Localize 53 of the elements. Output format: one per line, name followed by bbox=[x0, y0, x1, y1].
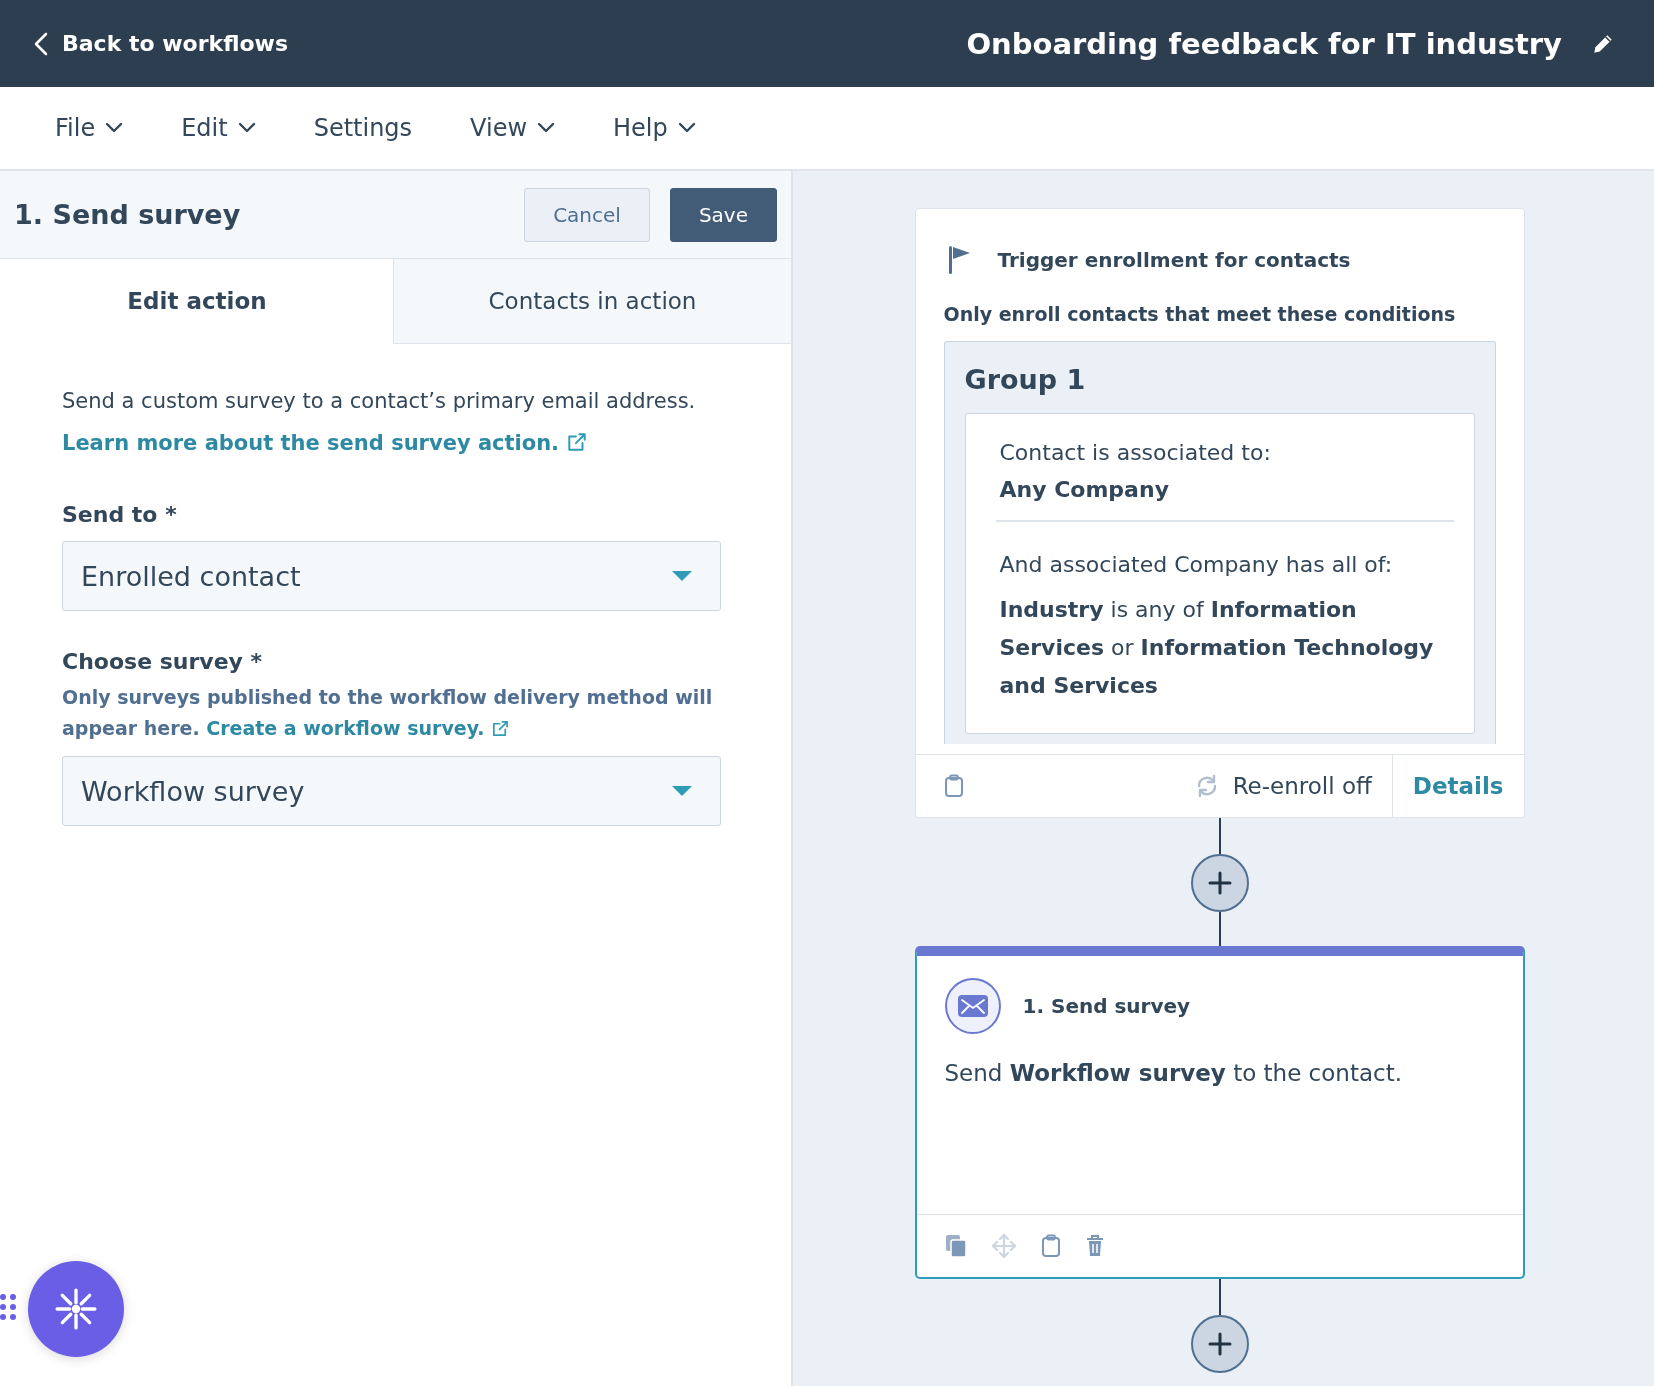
drag-handle-icon[interactable] bbox=[0, 1293, 18, 1321]
caret-icon bbox=[672, 571, 692, 581]
caret-icon bbox=[672, 786, 692, 796]
external-link-icon bbox=[566, 431, 589, 453]
dropdown-select[interactable]: Enrolled contact bbox=[62, 541, 721, 611]
assistant-button[interactable] bbox=[28, 1261, 124, 1357]
workflow-title: Onboarding feedback for IT industry bbox=[966, 26, 1562, 61]
description-text: Send a custom survey to a contact’s primary email address. Learn more about the send survey action. bbox=[62, 388, 697, 457]
dropdown-select[interactable]: Workflow survey bbox=[62, 756, 721, 826]
condition-text: And associated Company has all of: bbox=[999, 552, 1394, 577]
chevron-down-icon bbox=[677, 122, 696, 134]
action-description: Send Workflow survey to the contact. bbox=[944, 1060, 1403, 1088]
chevron-down-icon bbox=[105, 122, 124, 134]
trigger-card[interactable] bbox=[914, 208, 1525, 818]
condition-text: Contact is associated to: bbox=[999, 440, 1272, 465]
flag-icon bbox=[947, 245, 972, 275]
plus-icon bbox=[1207, 1332, 1232, 1356]
tab[interactable]: Contacts in action bbox=[393, 259, 791, 344]
back-link[interactable]: Back to workflows bbox=[34, 31, 288, 56]
chevron-down-icon bbox=[237, 122, 256, 134]
add-step-button[interactable] bbox=[1190, 1315, 1249, 1373]
condition-value: Any Company bbox=[999, 477, 1170, 502]
plus-icon bbox=[1207, 871, 1232, 895]
copy-icon[interactable] bbox=[944, 1234, 967, 1258]
action-card[interactable]: 1. Send survey Send Workflow survey to the contact. bbox=[914, 946, 1525, 1279]
trigger-subtitle: Only enroll contacts that meet these conditions bbox=[943, 303, 1457, 325]
details-button[interactable]: Details bbox=[1391, 755, 1524, 817]
help-text: Only surveys published to the workflow delivery method will appear here. Create a workflow survey. bbox=[62, 685, 714, 741]
learn-more-link[interactable]: Learn more about the send survey action. bbox=[62, 431, 589, 455]
group-title: Group 1 bbox=[964, 364, 1087, 395]
sparkle-icon bbox=[55, 1288, 97, 1330]
field-label: Send to * bbox=[62, 502, 178, 527]
filter-text: Industry is any of Information Services or Information Technology and Services bbox=[999, 596, 1435, 700]
clipboard-icon[interactable] bbox=[1040, 1234, 1061, 1258]
menu-item[interactable]: Edit bbox=[166, 106, 271, 150]
add-step-button[interactable] bbox=[1190, 854, 1249, 912]
save-button[interactable]: Save bbox=[669, 187, 777, 242]
menu-item[interactable]: Help bbox=[598, 106, 711, 150]
create-survey-link[interactable]: Create a workflow survey. bbox=[206, 717, 511, 739]
menu-item[interactable]: View bbox=[455, 106, 571, 150]
menu-item[interactable]: Settings bbox=[298, 106, 428, 150]
back-icon bbox=[34, 31, 48, 56]
menu-item[interactable]: File bbox=[40, 106, 139, 150]
clipboard-icon[interactable] bbox=[943, 774, 964, 798]
trigger-title: Trigger enrollment for contacts bbox=[997, 248, 1351, 272]
cancel-button[interactable]: Cancel bbox=[524, 187, 650, 242]
external-link-icon bbox=[491, 719, 511, 738]
chevron-down-icon bbox=[537, 122, 556, 134]
trash-icon[interactable] bbox=[1084, 1234, 1105, 1258]
field-label: Choose survey * bbox=[62, 649, 264, 674]
action-title: 1. Send survey bbox=[1022, 994, 1191, 1018]
panel-title: 1. Send survey bbox=[14, 199, 241, 230]
reenroll-status[interactable]: Re-enroll off bbox=[1194, 773, 1392, 799]
